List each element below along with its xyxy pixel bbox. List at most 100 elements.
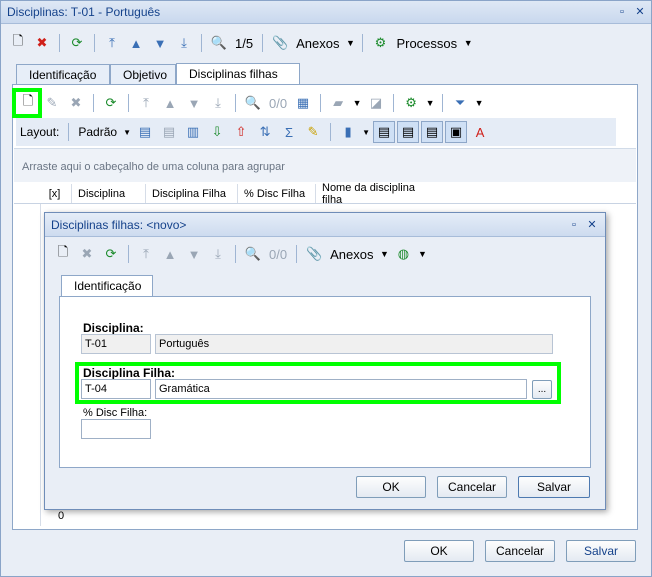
import-icon[interactable]: ⇧ (230, 121, 252, 143)
font-icon[interactable]: A (469, 121, 491, 143)
refresh-icon[interactable]: ⟳ (100, 92, 122, 114)
cancel-button[interactable]: Cancelar (485, 540, 555, 562)
eraser-icon[interactable]: ◪ (365, 92, 387, 114)
maximize-icon[interactable]: ▫ (567, 218, 581, 232)
next-record-icon[interactable]: ▼ (149, 32, 171, 54)
tab-identificacao[interactable]: Identificação (16, 64, 110, 84)
first-record-icon[interactable]: ⤒ (135, 243, 157, 265)
layout-select[interactable]: Padrão (78, 125, 117, 139)
chevron-down-icon[interactable]: ▼ (344, 32, 356, 54)
column-disciplina[interactable]: Disciplina (72, 184, 146, 203)
gears-icon[interactable]: ⚙ (400, 92, 422, 114)
highlight-new-button (12, 88, 42, 118)
close-icon[interactable]: ✕ (585, 218, 599, 232)
group-hint: Arraste aqui o cabeçalho de uma coluna p… (22, 161, 285, 173)
column-nome-disciplina-filha[interactable]: Nome da disciplina filha (316, 182, 436, 206)
anexos-menu[interactable]: Anexos (296, 36, 339, 51)
sum-icon[interactable]: Σ (278, 121, 300, 143)
layout-icon[interactable]: ▤ (158, 121, 180, 143)
dialog-title: Disciplinas filhas: <novo> (51, 218, 187, 232)
window-title: Disciplinas: T-01 - Português (7, 5, 161, 19)
chevron-down-icon[interactable]: ▼ (361, 121, 371, 143)
dialog-save-button[interactable]: Salvar (518, 476, 590, 498)
dialog-ok-button[interactable]: OK (356, 476, 426, 498)
refresh-icon[interactable]: ⟳ (100, 243, 122, 265)
previous-record-icon[interactable]: ▲ (159, 92, 181, 114)
globe-icon[interactable]: ◍ (392, 243, 414, 265)
chevron-down-icon[interactable]: ▼ (378, 243, 390, 265)
calendar-icon[interactable]: ▦ (292, 92, 314, 114)
first-record-icon[interactable]: ⤒ (101, 32, 123, 54)
edit-icon[interactable]: ✎ (41, 92, 63, 114)
paperclip-icon: 📎 (271, 35, 289, 50)
first-record-icon[interactable]: ⤒ (135, 92, 157, 114)
paperclip-icon: 📎 (305, 246, 323, 261)
dialog-tab-identificacao[interactable]: Identificação (61, 275, 153, 297)
last-record-icon[interactable]: ⤓ (207, 92, 229, 114)
refresh-icon[interactable]: ⟳ (66, 32, 88, 54)
previous-record-icon[interactable]: ▲ (159, 243, 181, 265)
last-record-icon[interactable]: ⤓ (207, 243, 229, 265)
layout-label: Layout: (20, 125, 60, 139)
save-button[interactable]: Salvar (566, 540, 636, 562)
grid-toolbar: 🗋 ✎ ✖ ⟳ ⤒ ▲ ▼ ⤓ 🔍 0/0 ▦ ▰ ▼ ◪ ⚙ ▼ ⏷ ▼ (16, 88, 616, 118)
chevron-down-icon[interactable]: ▼ (462, 32, 474, 54)
delete-icon[interactable]: ✖ (76, 243, 98, 265)
next-record-icon[interactable]: ▼ (183, 92, 205, 114)
find-icon[interactable]: 🔍 (242, 92, 264, 114)
last-record-icon[interactable]: ⤓ (173, 32, 195, 54)
pct-disc-filha-input[interactable] (81, 419, 151, 439)
disciplina-name-field: Português (155, 334, 553, 354)
grid-header: [x] Disciplina Disciplina Filha % Disc F… (14, 182, 636, 206)
view-icon[interactable]: ▤ (397, 121, 420, 143)
ok-button[interactable]: OK (404, 540, 474, 562)
gears-icon: ⚙ (374, 35, 387, 50)
new-document-icon[interactable]: 🗋 (7, 32, 29, 54)
layout-bar: Layout: Padrão ▼ ▤ ▤ ▥ ⇩ ⇧ ⇅ Σ ✎ ▮ ▼ ▤ ▤… (16, 118, 616, 146)
processos-menu[interactable]: Processos (396, 36, 457, 51)
disciplina-label: Disciplina: (83, 321, 144, 335)
column-disciplina-filha[interactable]: Disciplina Filha (146, 184, 238, 203)
dialog-cancel-button[interactable]: Cancelar (437, 476, 507, 498)
window-titlebar: Disciplinas: T-01 - Português ▫ ✕ (1, 1, 651, 24)
find-icon[interactable]: 🔍 (242, 243, 264, 265)
pct-disc-filha-label: % Disc Filha: (83, 407, 148, 419)
highlight-icon[interactable]: ✎ (302, 121, 324, 143)
columns-icon[interactable]: ▥ (182, 121, 204, 143)
bar-chart-icon[interactable]: ▮ (337, 121, 359, 143)
dialog-anexos-menu[interactable]: Anexos (330, 247, 373, 262)
maximize-icon[interactable]: ▫ (615, 5, 629, 19)
find-icon[interactable]: 🔍 (208, 32, 230, 54)
chevron-down-icon[interactable]: ▼ (473, 92, 485, 114)
dialog-record-counter: 0/0 (269, 246, 288, 262)
view-icon[interactable]: ▤ (421, 121, 444, 143)
close-icon[interactable]: ✕ (633, 5, 647, 19)
export-icon[interactable]: ⇩ (206, 121, 228, 143)
sort-icon[interactable]: ⇅ (254, 121, 276, 143)
save-layout-icon[interactable]: ▤ (134, 121, 156, 143)
next-record-icon[interactable]: ▼ (183, 243, 205, 265)
previous-record-icon[interactable]: ▲ (125, 32, 147, 54)
view-icon[interactable]: ▣ (445, 121, 468, 143)
main-toolbar: 🗋 ✖ ⟳ ⤒ ▲ ▼ ⤓ 🔍 1/5 📎 Anexos ▼ ⚙ Process… (6, 28, 646, 58)
delete-icon[interactable]: ✖ (65, 92, 87, 114)
grid-footer-count: 0 (58, 510, 65, 522)
new-document-icon[interactable]: 🗋 (52, 243, 74, 265)
dialog-toolbar: 🗋 ✖ ⟳ ⤒ ▲ ▼ ⤓ 🔍 0/0 📎 Anexos ▼ ◍ ▼ (51, 239, 591, 269)
highlight-disciplina-filha (75, 362, 561, 404)
chevron-down-icon[interactable]: ▼ (122, 121, 132, 143)
chevron-down-icon[interactable]: ▼ (424, 92, 436, 114)
disciplina-code-field: T-01 (81, 334, 151, 354)
group-panel: Arraste aqui o cabeçalho de uma coluna p… (14, 148, 636, 182)
column-select[interactable]: [x] (38, 184, 72, 203)
column-pct-disc-filha[interactable]: % Disc Filha (238, 184, 316, 203)
view-icon[interactable]: ▤ (373, 121, 396, 143)
stamp-icon[interactable]: ▰ (327, 92, 349, 114)
filter-icon[interactable]: ⏷ (449, 92, 471, 114)
tab-disciplinas-filhas[interactable]: Disciplinas filhas (176, 63, 300, 85)
child-dialog: Disciplinas filhas: <novo> ▫ ✕ 🗋 ✖ ⟳ ⤒ ▲… (44, 212, 606, 510)
chevron-down-icon[interactable]: ▼ (416, 243, 428, 265)
delete-icon[interactable]: ✖ (31, 32, 53, 54)
tab-objetivo[interactable]: Objetivo (110, 64, 176, 84)
chevron-down-icon[interactable]: ▼ (351, 92, 363, 114)
